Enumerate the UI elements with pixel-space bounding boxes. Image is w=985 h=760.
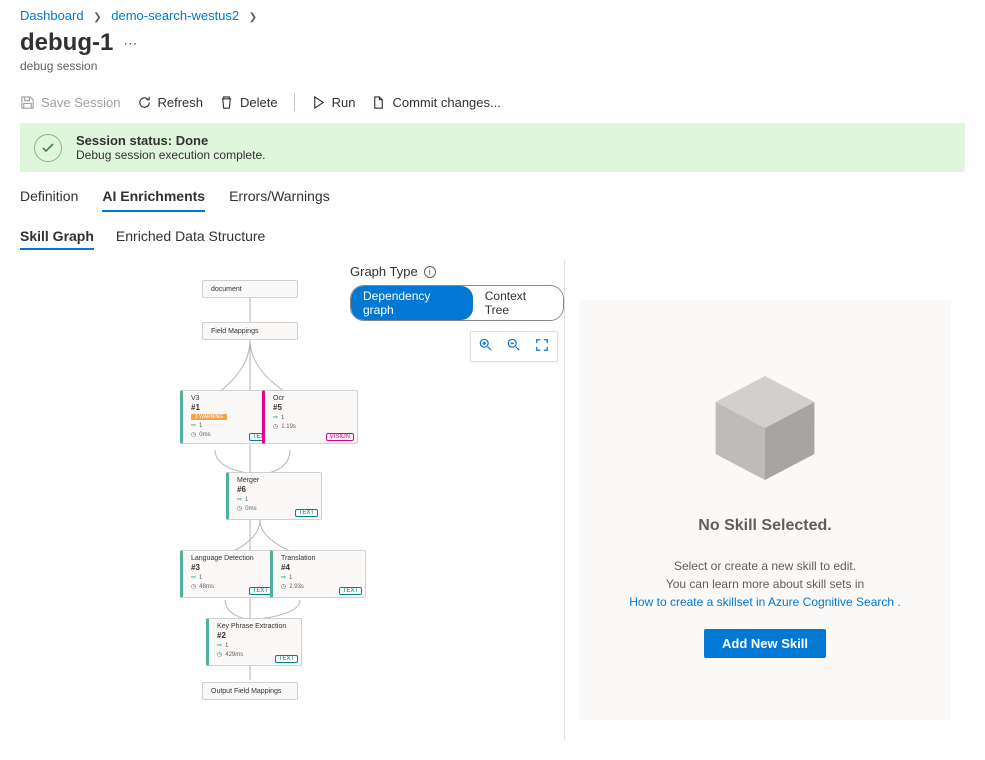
sub-tabs: Skill Graph Enriched Data Structure [20, 224, 965, 250]
node-index: #4 [281, 563, 359, 572]
node-index: #2 [217, 631, 295, 640]
commit-changes-button[interactable]: Commit changes... [371, 95, 500, 110]
node-time: 48ms [199, 584, 214, 590]
breadcrumb: Dashboard ❯ demo-search-westus2 ❯ [20, 8, 965, 23]
tab-definition[interactable]: Definition [20, 182, 78, 212]
tab-ai-enrichments[interactable]: AI Enrichments [102, 182, 205, 212]
success-check-icon [34, 134, 62, 162]
refresh-label: Refresh [158, 95, 204, 110]
placeholder-line1: Select or create a new skill to edit. [674, 559, 856, 573]
cube-icon [700, 363, 830, 493]
node-skill-2[interactable]: Key Phrase Extraction #2 ⇨1 ◷429ms TEXT [206, 618, 302, 666]
status-banner: Session status: Done Debug session execu… [20, 123, 965, 172]
node-stat: 1 [199, 575, 202, 581]
node-time: 1.19s [281, 424, 296, 430]
node-stat: 1 [245, 497, 248, 503]
breadcrumb-service[interactable]: demo-search-westus2 [111, 8, 239, 23]
tab-errors-warnings[interactable]: Errors/Warnings [229, 182, 330, 212]
node-time: 2.93s [289, 584, 304, 590]
save-session-button: Save Session [20, 95, 121, 110]
commit-label: Commit changes... [392, 95, 500, 110]
node-output-mappings[interactable]: Output Field Mappings [202, 682, 298, 700]
subtab-skill-graph[interactable]: Skill Graph [20, 224, 94, 250]
status-title: Session status: Done [76, 133, 265, 148]
text-badge: TEXT [249, 587, 272, 595]
skill-graph-canvas[interactable]: document Field Mappings V3 #1 1 WARNING … [170, 280, 490, 720]
node-time: 0ms [199, 432, 210, 438]
text-badge: TEXT [275, 655, 298, 663]
info-icon[interactable]: i [424, 266, 436, 278]
node-document[interactable]: document [202, 280, 298, 298]
node-index: #6 [237, 485, 315, 494]
toolbar: Save Session Refresh Delete Run Commit c… [20, 87, 965, 123]
save-icon [20, 95, 35, 110]
node-skill-3[interactable]: Language Detection #3 ⇨1 ◷48ms TEXT [180, 550, 276, 598]
delete-label: Delete [240, 95, 278, 110]
node-label: Output Field Mappings [211, 688, 281, 695]
refresh-icon [137, 95, 152, 110]
breadcrumb-dashboard[interactable]: Dashboard [20, 8, 84, 23]
node-title: Language Detection [191, 555, 269, 562]
graph-type-label: Graph Type [350, 264, 418, 279]
node-skill-6[interactable]: Merger #6 ⇨1 ◷0ms TEXT [226, 472, 322, 520]
page-subtitle: debug session [20, 59, 965, 73]
node-title: Ocr [273, 395, 351, 402]
warning-badge: 1 WARNING [191, 414, 227, 420]
placeholder-title: No Skill Selected. [698, 517, 831, 535]
run-label: Run [332, 95, 356, 110]
node-stat: 1 [199, 423, 202, 429]
main-tabs: Definition AI Enrichments Errors/Warning… [20, 182, 965, 212]
node-index: #3 [191, 563, 269, 572]
vision-badge: VISION [326, 433, 354, 441]
node-title: V3 [191, 395, 269, 402]
save-session-label: Save Session [41, 95, 121, 110]
status-detail: Debug session execution complete. [76, 148, 265, 162]
node-time: 0ms [245, 506, 256, 512]
node-title: Translation [281, 555, 359, 562]
fit-screen-icon[interactable] [535, 338, 549, 355]
more-menu-button[interactable]: ⋯ [123, 35, 139, 52]
chevron-right-icon: ❯ [249, 12, 257, 23]
run-button[interactable]: Run [311, 95, 356, 110]
text-badge: TEXT [295, 509, 318, 517]
chevron-right-icon: ❯ [93, 12, 101, 23]
node-field-mappings[interactable]: Field Mappings [202, 322, 298, 340]
skill-detail-placeholder: No Skill Selected. Select or create a ne… [579, 300, 951, 720]
commit-icon [371, 95, 386, 110]
node-time: 429ms [225, 652, 243, 658]
add-new-skill-button[interactable]: Add New Skill [704, 629, 826, 658]
placeholder-doc-link[interactable]: How to create a skillset in Azure Cognit… [629, 595, 900, 609]
delete-button[interactable]: Delete [219, 95, 278, 110]
trash-icon [219, 95, 234, 110]
node-stat: 1 [289, 575, 292, 581]
text-badge: TEXT [339, 587, 362, 595]
node-stat: 1 [225, 643, 228, 649]
node-stat: 1 [281, 415, 284, 421]
refresh-button[interactable]: Refresh [137, 95, 204, 110]
node-skill-4[interactable]: Translation #4 ⇨1 ◷2.93s TEXT [270, 550, 366, 598]
page-title: debug-1 [20, 29, 113, 57]
node-label: document [211, 286, 242, 293]
node-title: Key Phrase Extraction [217, 623, 295, 630]
node-skill-5[interactable]: Ocr #5 ⇨1 ◷1.19s VISION [262, 390, 358, 444]
subtab-enriched-data[interactable]: Enriched Data Structure [116, 224, 265, 250]
node-index: #1 [191, 403, 269, 412]
node-label: Field Mappings [211, 328, 258, 335]
node-index: #5 [273, 403, 351, 412]
node-title: Merger [237, 477, 315, 484]
zoom-out-icon[interactable] [507, 338, 521, 355]
placeholder-line2: You can learn more about skill sets in [666, 577, 864, 591]
play-icon [311, 95, 326, 110]
toolbar-divider [294, 93, 295, 111]
